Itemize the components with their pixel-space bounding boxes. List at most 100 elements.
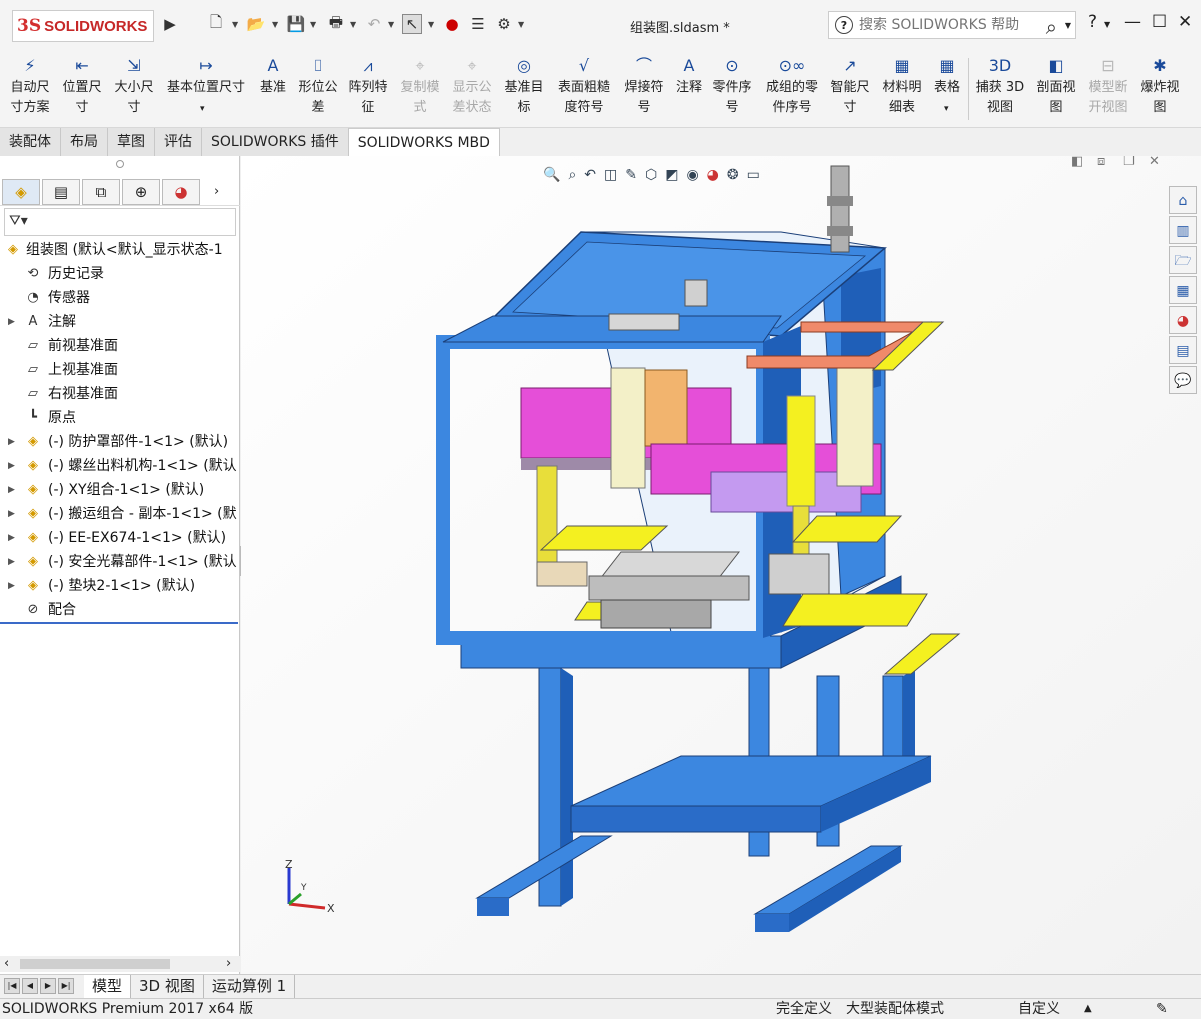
dynamic-annotation-icon[interactable]: ✎: [625, 167, 637, 183]
file-properties-icon[interactable]: ☰: [468, 14, 488, 34]
ribbon-command-16[interactable]: ▦ 材料明 细表: [878, 56, 926, 118]
tab-layout[interactable]: 布局: [61, 128, 108, 156]
tab-assembly[interactable]: 装配体: [0, 128, 61, 156]
ribbon-command-1[interactable]: ⇤ 位置尺 寸: [56, 56, 108, 118]
tab-model[interactable]: 模型: [84, 975, 132, 999]
dimxpert-manager-tab-icon[interactable]: ⊕: [122, 178, 160, 205]
options-gear-icon[interactable]: ⚙: [494, 14, 514, 34]
save-icon[interactable]: 💾: [286, 14, 306, 34]
minimize-icon[interactable]: —: [1124, 12, 1141, 32]
help-icon[interactable]: ?: [1088, 12, 1097, 32]
display-manager-tab-icon[interactable]: ◕: [162, 178, 200, 205]
assembly-model-view[interactable]: Z X Y: [241, 156, 1201, 974]
scroll-thumb[interactable]: [20, 959, 170, 969]
ribbon-command-6[interactable]: ⩘ 阵列特 征: [344, 56, 392, 118]
tree-expand-icon[interactable]: ▶: [8, 430, 15, 454]
ribbon-command-7[interactable]: ⌖ 复制模 式: [396, 56, 444, 118]
ribbon-command-12[interactable]: A 注释: [672, 56, 706, 98]
help-search-input[interactable]: [859, 17, 1029, 33]
apply-scene-icon[interactable]: ❂: [727, 167, 739, 183]
tab-mbd[interactable]: SOLIDWORKS MBD: [348, 128, 500, 156]
view-orientation-icon[interactable]: ⬡: [645, 167, 657, 183]
panel-collapse-handle[interactable]: [116, 160, 124, 168]
ribbon-command-17[interactable]: ▦ 表格: [930, 56, 964, 98]
view-palette-icon[interactable]: ▦: [1169, 276, 1197, 304]
tree-expand-icon[interactable]: ▶: [8, 310, 15, 334]
undo-icon[interactable]: ↶: [364, 14, 384, 34]
ribbon-command-4[interactable]: A 基准: [256, 56, 290, 98]
design-library-icon[interactable]: ▥: [1169, 216, 1197, 244]
zoom-to-area-icon[interactable]: ⌕: [568, 167, 576, 183]
ribbon-command-18[interactable]: 3D 捕获 3D 视图: [970, 56, 1030, 118]
ribbon-command-0[interactable]: ⚡ 自动尺 寸方案: [4, 56, 56, 118]
save-dropdown-icon[interactable]: ▼: [310, 20, 316, 29]
solidworks-logo[interactable]: 3S SOLIDWORKS: [12, 10, 154, 42]
maximize-icon[interactable]: ☐: [1152, 12, 1167, 32]
help-dropdown-icon[interactable]: ▼: [1104, 20, 1110, 29]
file-explorer-icon[interactable]: 🗁: [1169, 246, 1197, 274]
tree-item[interactable]: ▶ ◈ (-) 防护罩部件-1<1> (默认): [0, 430, 240, 454]
next-tab-icon[interactable]: ▶: [40, 978, 56, 994]
tab-addins[interactable]: SOLIDWORKS 插件: [202, 128, 349, 156]
tree-filter[interactable]: ⛛▾: [4, 208, 236, 236]
tree-item[interactable]: ⊘ 配合: [0, 598, 240, 622]
ribbon-command-14[interactable]: ⊙∞ 成组的零 件序号: [760, 56, 824, 118]
tree-rollback-bar[interactable]: [0, 622, 238, 624]
panel-tabs-next-icon[interactable]: ›: [214, 184, 219, 199]
ribbon-command-20[interactable]: ⊟ 模型断 开视图: [1084, 56, 1132, 118]
search-dropdown-icon[interactable]: ▼: [1065, 21, 1071, 30]
units-custom[interactable]: 自定义: [1018, 999, 1060, 1019]
tree-item[interactable]: ⟲ 历史记录: [0, 262, 240, 286]
tab-3d-views[interactable]: 3D 视图: [131, 975, 204, 999]
solidworks-forum-icon[interactable]: 💬: [1169, 366, 1197, 394]
edit-appearance-icon[interactable]: ◕: [707, 167, 719, 183]
tree-item[interactable]: ◔ 传感器: [0, 286, 240, 310]
viewport-tile-icon[interactable]: ◧: [1071, 156, 1083, 169]
configuration-manager-tab-icon[interactable]: ⧉: [82, 178, 120, 205]
options-dropdown-icon[interactable]: ▼: [518, 20, 524, 29]
tree-item[interactable]: ▶ ◈ (-) 搬运组合 - 副本-1<1> (默: [0, 502, 240, 526]
view-settings-icon[interactable]: ▭: [747, 167, 760, 183]
first-tab-icon[interactable]: |◀: [4, 978, 20, 994]
ribbon-command-19[interactable]: ◧ 剖面视 图: [1032, 56, 1080, 118]
display-style-icon[interactable]: ◩: [665, 167, 678, 183]
tree-item[interactable]: ▶ ◈ (-) 安全光幕部件-1<1> (默认: [0, 550, 240, 574]
tree-item[interactable]: ▶ A 注解: [0, 310, 240, 334]
close-icon[interactable]: ✕: [1178, 12, 1192, 32]
previous-view-icon[interactable]: ↶: [584, 167, 596, 183]
units-dropdown-icon[interactable]: ▲: [1084, 999, 1092, 1019]
last-tab-icon[interactable]: ▶|: [58, 978, 74, 994]
select-dropdown-icon[interactable]: ▼: [428, 20, 434, 29]
search-icon[interactable]: ⌕: [1046, 15, 1057, 39]
ribbon-command-13[interactable]: ⊙ 零件序 号: [708, 56, 756, 118]
zoom-to-fit-icon[interactable]: 🔍: [543, 167, 560, 183]
appearances-scenes-icon[interactable]: ◕: [1169, 306, 1197, 334]
tree-item[interactable]: ▶ ◈ (-) 螺丝出料机构-1<1> (默认: [0, 454, 240, 478]
tree-expand-icon[interactable]: ▶: [8, 478, 15, 502]
tree-expand-icon[interactable]: ▶: [8, 574, 15, 598]
open-icon[interactable]: 📂: [246, 14, 266, 34]
tree-item[interactable]: ▱ 上视基准面: [0, 358, 240, 382]
property-manager-tab-icon[interactable]: ▤: [42, 178, 80, 205]
quick-tips-icon[interactable]: ✎: [1156, 999, 1168, 1019]
prev-tab-icon[interactable]: ◀: [22, 978, 38, 994]
open-dropdown-icon[interactable]: ▼: [272, 20, 278, 29]
ribbon-command-3[interactable]: ↦ 基本位置尺寸: [160, 56, 252, 98]
scroll-left-icon[interactable]: ‹: [4, 956, 9, 971]
new-document-icon[interactable]: 🗋: [206, 13, 226, 34]
tree-item[interactable]: ▱ 右视基准面: [0, 382, 240, 406]
tree-expand-icon[interactable]: ▶: [8, 454, 15, 478]
tree-expand-icon[interactable]: ▶: [8, 526, 15, 550]
basic-location-dropdown-icon[interactable]: ▾: [200, 104, 205, 114]
viewport-split-icon[interactable]: ⧈: [1097, 156, 1105, 169]
new-dropdown-icon[interactable]: ▼: [232, 20, 238, 29]
feature-manager-tab-icon[interactable]: ◈: [2, 178, 40, 205]
tree-horizontal-scrollbar[interactable]: ‹ ›: [0, 956, 240, 972]
viewport-close-icon[interactable]: ✕: [1149, 156, 1160, 169]
expand-menu-icon[interactable]: ▶: [160, 14, 180, 34]
tree-expand-icon[interactable]: ▶: [8, 550, 15, 574]
print-dropdown-icon[interactable]: ▼: [350, 20, 356, 29]
ribbon-command-9[interactable]: ◎ 基准目 标: [500, 56, 548, 118]
tab-motion-study[interactable]: 运动算例 1: [204, 975, 296, 999]
ribbon-command-2[interactable]: ⇲ 大小尺 寸: [108, 56, 160, 118]
